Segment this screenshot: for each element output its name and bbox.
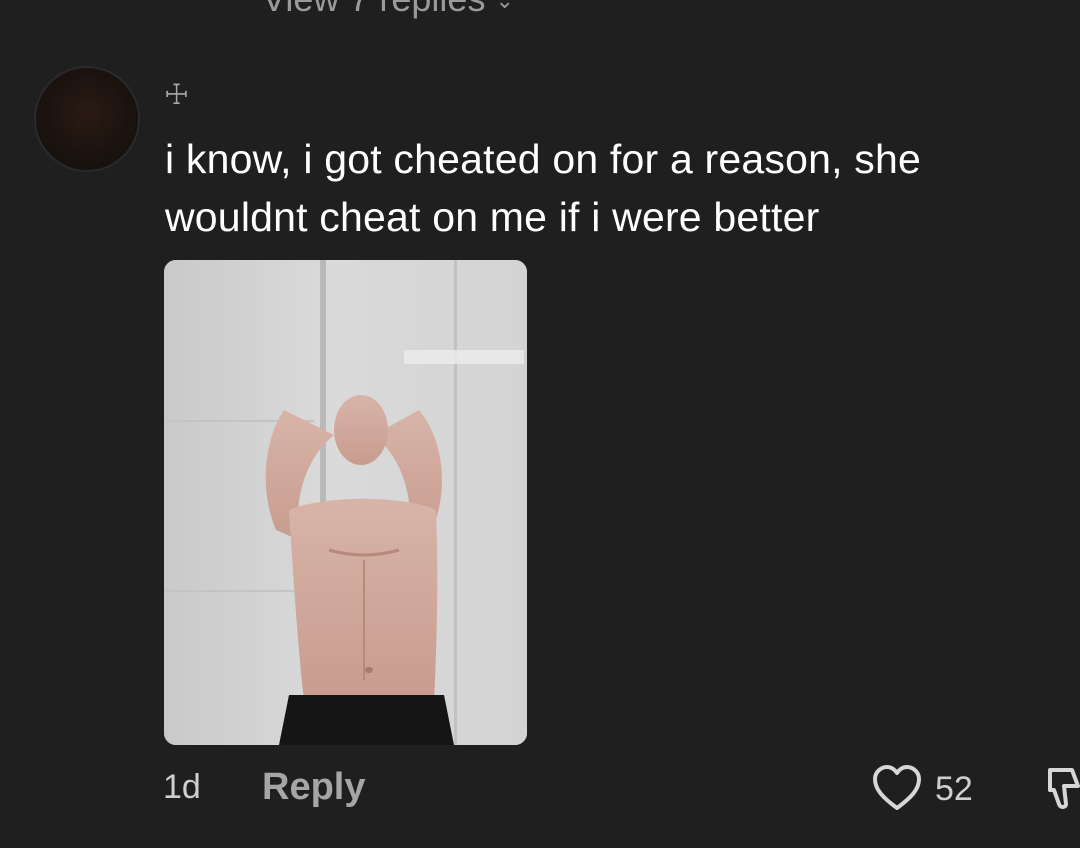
comment-text: i know, i got cheated on for a reason, s… (165, 136, 921, 240)
view-replies-label: View 7 replies (262, 0, 485, 19)
photo-illustration (164, 260, 527, 745)
reply-button[interactable]: Reply (262, 766, 365, 809)
comment-username[interactable]: ☩ (164, 78, 189, 111)
comment-photo[interactable] (164, 260, 527, 745)
heart-icon[interactable] (872, 764, 922, 812)
view-replies-link[interactable]: View 7 replies ⌄ (262, 0, 514, 20)
chevron-down-icon: ⌄ (495, 0, 514, 14)
avatar[interactable] (36, 68, 138, 170)
thumbs-down-icon[interactable] (1044, 764, 1080, 814)
comment-time: 1d (163, 768, 201, 806)
like-count: 52 (935, 770, 973, 808)
